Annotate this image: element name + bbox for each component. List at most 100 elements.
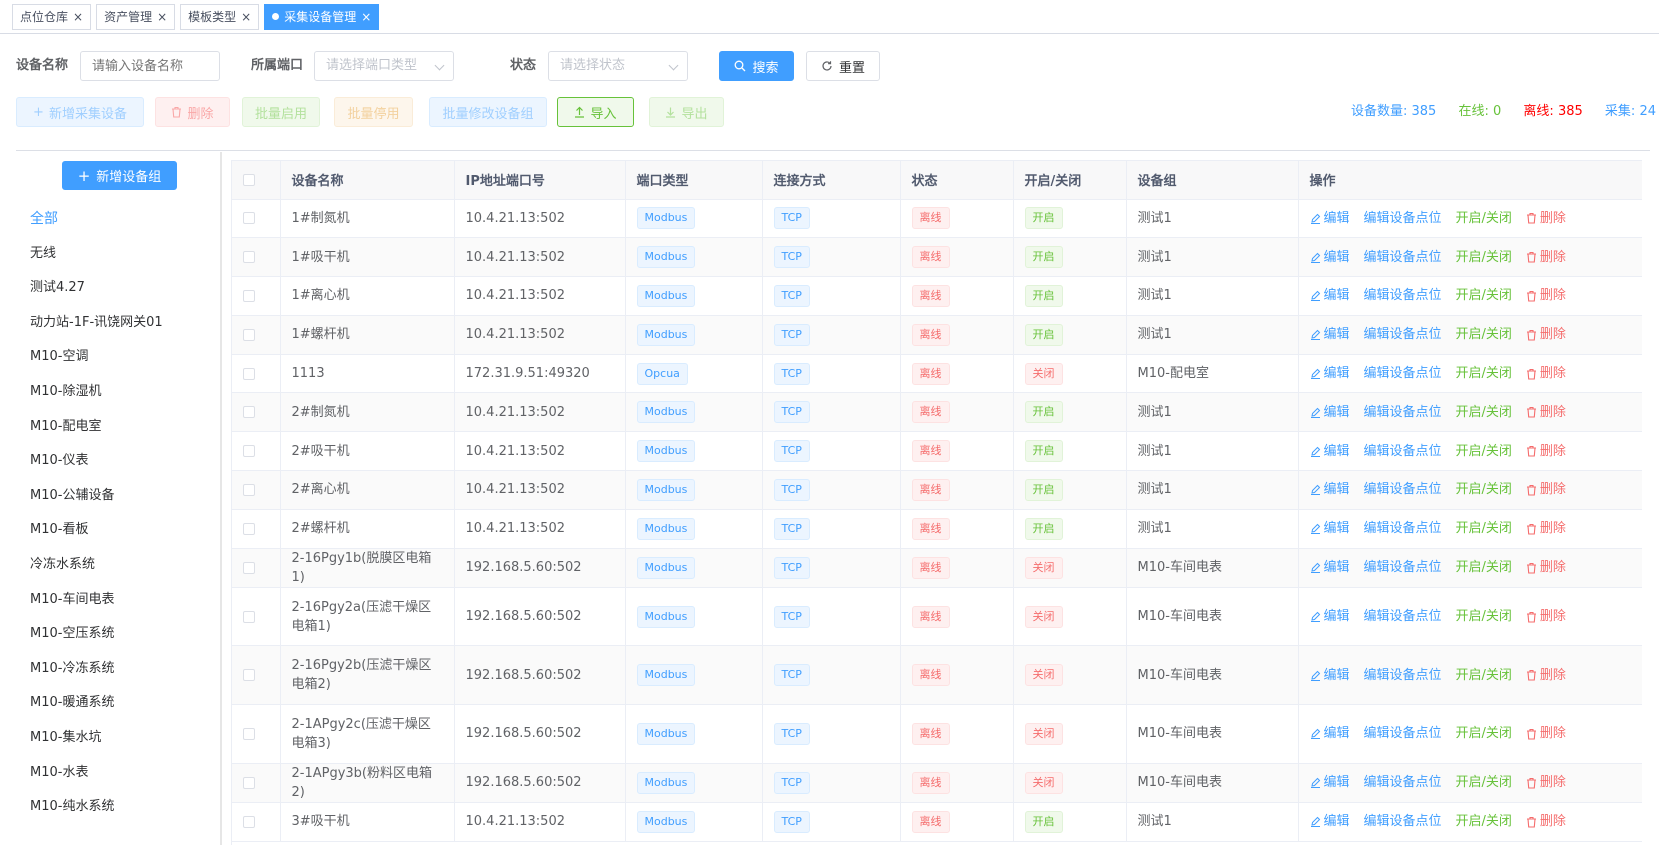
- table-row[interactable]: 1#螺杆机 10.4.21.13:502 Modbus TCP 离线 开启 测试1 编辑 编辑设…: [232, 315, 1642, 355]
- edit-points-button[interactable]: 编辑设备点位: [1364, 519, 1442, 538]
- close-icon[interactable]: ×: [241, 11, 251, 23]
- row-select-cell[interactable]: [232, 763, 281, 803]
- row-checkbox[interactable]: [243, 289, 255, 302]
- tree-item[interactable]: 冷冻水系统: [16, 548, 220, 583]
- edit-button[interactable]: 编辑: [1310, 773, 1350, 792]
- row-checkbox[interactable]: [243, 815, 255, 828]
- tree-item[interactable]: M10-冷冻系统: [16, 652, 220, 687]
- row-checkbox[interactable]: [243, 406, 255, 419]
- row-select-cell[interactable]: [232, 548, 281, 588]
- row-select-cell[interactable]: [232, 237, 281, 278]
- tree-item[interactable]: 动力站-1F-讯饶网关01: [16, 306, 220, 341]
- toggle-button[interactable]: 开启/关闭: [1456, 812, 1512, 831]
- toggle-button[interactable]: 开启/关闭: [1456, 666, 1512, 685]
- tab-2[interactable]: 模板类型 ×: [180, 3, 260, 30]
- row-select-cell[interactable]: [232, 587, 281, 647]
- row-delete-button[interactable]: 删除: [1526, 724, 1566, 743]
- edit-points-button[interactable]: 编辑设备点位: [1364, 666, 1442, 685]
- edit-points-button[interactable]: 编辑设备点位: [1364, 480, 1442, 499]
- table-row[interactable]: 1#制氮机 10.4.21.13:502 Modbus TCP 离线 开启 测试1 编辑 编辑设…: [232, 199, 1642, 239]
- edit-button[interactable]: 编辑: [1310, 442, 1350, 461]
- tab-0[interactable]: 点位仓库 ×: [12, 3, 92, 30]
- tree-item[interactable]: M10-空压系统: [16, 617, 220, 652]
- tree-item[interactable]: M10-配电室: [16, 410, 220, 445]
- tree-item[interactable]: M10-除湿机: [16, 375, 220, 410]
- table-row[interactable]: 1#离心机 10.4.21.13:502 Modbus TCP 离线 开启 测试1 编辑 编辑设…: [232, 276, 1642, 316]
- add-group-button[interactable]: + 新增设备组: [62, 161, 177, 190]
- table-row[interactable]: 1113 172.31.9.51:49320 Opcua TCP 离线 关闭 M10-配电室…: [232, 354, 1642, 394]
- toggle-button[interactable]: 开启/关闭: [1456, 325, 1512, 344]
- toggle-button[interactable]: 开启/关闭: [1456, 209, 1512, 228]
- edit-button[interactable]: 编辑: [1310, 248, 1350, 267]
- table-row[interactable]: 2-16Pgy2b(压滤干燥区电箱2) 192.168.5.60:502 Modbu…: [232, 645, 1642, 706]
- edit-button[interactable]: 编辑: [1310, 607, 1350, 626]
- toggle-button[interactable]: 开启/关闭: [1456, 519, 1512, 538]
- row-select-cell[interactable]: [232, 276, 281, 316]
- edit-points-button[interactable]: 编辑设备点位: [1364, 442, 1442, 461]
- delete-button[interactable]: 删除: [155, 97, 230, 127]
- toggle-button[interactable]: 开启/关闭: [1456, 364, 1512, 383]
- edit-button[interactable]: 编辑: [1310, 558, 1350, 577]
- sidebar-splitter[interactable]: [220, 152, 222, 845]
- edit-points-button[interactable]: 编辑设备点位: [1364, 325, 1442, 344]
- export-button[interactable]: 导出: [649, 97, 724, 127]
- row-select-cell[interactable]: [232, 199, 281, 239]
- tree-item[interactable]: M10-看板: [16, 513, 220, 548]
- toggle-button[interactable]: 开启/关闭: [1456, 480, 1512, 499]
- tree-item[interactable]: M10-暖通系统: [16, 686, 220, 721]
- status-select[interactable]: 请选择状态: [548, 51, 688, 81]
- row-delete-button[interactable]: 删除: [1526, 403, 1566, 422]
- edit-points-button[interactable]: 编辑设备点位: [1364, 558, 1442, 577]
- row-delete-button[interactable]: 删除: [1526, 364, 1566, 383]
- row-select-cell[interactable]: [232, 354, 281, 394]
- table-row[interactable]: 2#制氮机 10.4.21.13:502 Modbus TCP 离线 开启 测试1 编辑 编辑设…: [232, 392, 1642, 433]
- edit-points-button[interactable]: 编辑设备点位: [1364, 364, 1442, 383]
- tree-item[interactable]: M10-集水坑: [16, 721, 220, 756]
- edit-points-button[interactable]: 编辑设备点位: [1364, 607, 1442, 626]
- toggle-button[interactable]: 开启/关闭: [1456, 773, 1512, 792]
- table-row[interactable]: 1#吸干机 10.4.21.13:502 Modbus TCP 离线 开启 测试1 编辑 编辑设…: [232, 237, 1642, 278]
- edit-button[interactable]: 编辑: [1310, 480, 1350, 499]
- toggle-button[interactable]: 开启/关闭: [1456, 442, 1512, 461]
- search-button[interactable]: 搜索: [719, 51, 794, 81]
- tab-1[interactable]: 资产管理 ×: [96, 3, 176, 30]
- row-select-cell[interactable]: [232, 802, 281, 842]
- batch-disable-button[interactable]: 批量停用: [334, 97, 413, 127]
- toggle-button[interactable]: 开启/关闭: [1456, 558, 1512, 577]
- edit-points-button[interactable]: 编辑设备点位: [1364, 248, 1442, 267]
- batch-enable-button[interactable]: 批量启用: [242, 97, 320, 127]
- table-row[interactable]: 3#吸干机 10.4.21.13:502 Modbus TCP 离线 开启 测试1 编辑 编辑设…: [232, 802, 1642, 842]
- edit-button[interactable]: 编辑: [1310, 325, 1350, 344]
- row-checkbox[interactable]: [243, 483, 255, 496]
- row-checkbox[interactable]: [243, 610, 255, 623]
- tree-item[interactable]: 测试4.27: [16, 271, 220, 306]
- tree-item[interactable]: M10-车间电表: [16, 583, 220, 618]
- tree-item[interactable]: 无线: [16, 237, 220, 272]
- edit-points-button[interactable]: 编辑设备点位: [1364, 403, 1442, 422]
- row-checkbox[interactable]: [243, 522, 255, 535]
- add-device-button[interactable]: + 新增采集设备: [16, 97, 144, 127]
- row-checkbox[interactable]: [243, 669, 255, 682]
- row-delete-button[interactable]: 删除: [1526, 812, 1566, 831]
- table-row[interactable]: 2-1APgy3b(粉料区电箱2) 192.168.5.60:502 Modbus T…: [232, 763, 1642, 803]
- table-row[interactable]: 2-16Pgy2a(压滤干燥区电箱1) 192.168.5.60:502 Modbu…: [232, 587, 1642, 647]
- row-delete-button[interactable]: 删除: [1526, 558, 1566, 577]
- row-delete-button[interactable]: 删除: [1526, 519, 1566, 538]
- tree-item[interactable]: M10-仪表: [16, 444, 220, 479]
- toggle-button[interactable]: 开启/关闭: [1456, 607, 1512, 626]
- row-checkbox[interactable]: [243, 727, 255, 740]
- edit-points-button[interactable]: 编辑设备点位: [1364, 724, 1442, 743]
- edit-button[interactable]: 编辑: [1310, 209, 1350, 228]
- port-select[interactable]: 请选择端口类型: [314, 51, 454, 81]
- row-checkbox[interactable]: [243, 367, 255, 380]
- edit-button[interactable]: 编辑: [1310, 812, 1350, 831]
- row-checkbox[interactable]: [243, 561, 255, 574]
- edit-points-button[interactable]: 编辑设备点位: [1364, 812, 1442, 831]
- tree-item[interactable]: M10-水表: [16, 756, 220, 791]
- row-delete-button[interactable]: 删除: [1526, 442, 1566, 461]
- table-row[interactable]: 2#离心机 10.4.21.13:502 Modbus TCP 离线 开启 测试1 编辑 编辑设…: [232, 470, 1642, 510]
- row-delete-button[interactable]: 删除: [1526, 209, 1566, 228]
- row-checkbox[interactable]: [243, 445, 255, 458]
- row-delete-button[interactable]: 删除: [1526, 480, 1566, 499]
- row-select-cell[interactable]: [232, 392, 281, 433]
